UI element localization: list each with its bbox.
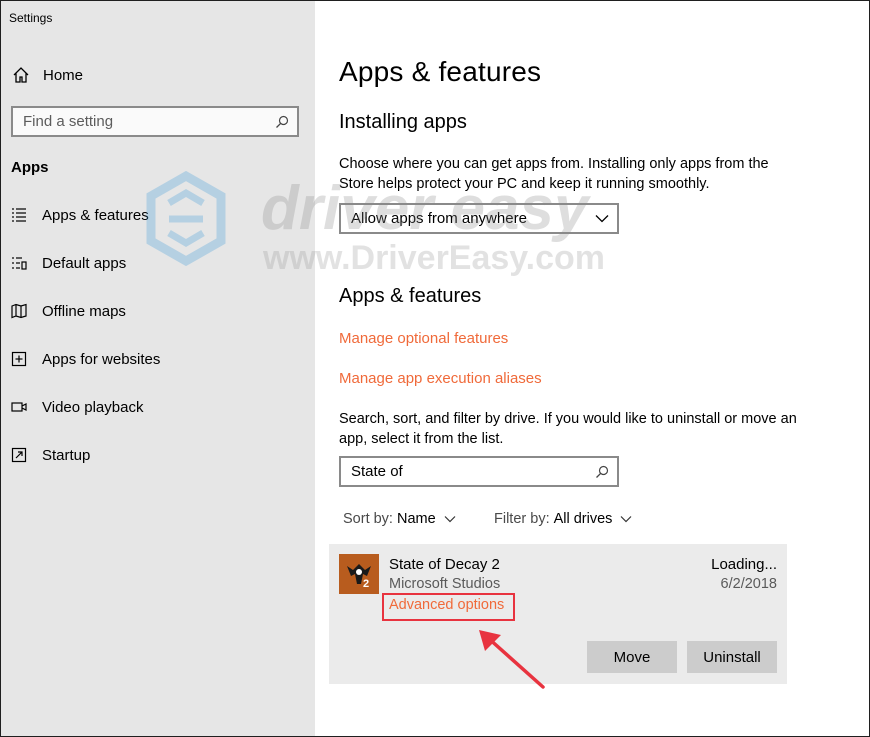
search-icon[interactable] bbox=[595, 465, 609, 479]
home-label: Home bbox=[43, 66, 84, 84]
chevron-down-icon bbox=[620, 516, 632, 523]
svg-text:2: 2 bbox=[363, 578, 369, 590]
search-icon[interactable] bbox=[275, 115, 289, 129]
sidebar-item-label: Default apps bbox=[42, 254, 127, 272]
list-icon bbox=[12, 208, 26, 222]
install-source-dropdown[interactable]: Allow apps from anywhere bbox=[339, 203, 619, 234]
map-icon bbox=[11, 303, 27, 319]
sidebar-item-label: Video playback bbox=[42, 398, 144, 416]
app-install-date: 6/2/2018 bbox=[720, 576, 777, 592]
chevron-down-icon bbox=[595, 215, 609, 223]
apps-features-heading: Apps & features bbox=[339, 285, 482, 307]
app-list-search[interactable] bbox=[339, 456, 619, 487]
sidebar-item-label: Apps for websites bbox=[42, 350, 161, 368]
sidebar-item-label: Startup bbox=[42, 446, 91, 464]
sidebar-item-label: Offline maps bbox=[42, 302, 126, 320]
apps-search-description: Search, sort, and filter by drive. If yo… bbox=[339, 411, 797, 447]
sort-by-dropdown[interactable]: Sort by: Name bbox=[343, 511, 456, 527]
sort-label: Sort by: bbox=[343, 511, 393, 527]
find-setting-search[interactable] bbox=[11, 106, 299, 137]
filter-by-dropdown[interactable]: Filter by: All drives bbox=[494, 511, 632, 527]
app-list-item[interactable]: 2 State of Decay 2 Microsoft Studios Adv… bbox=[329, 544, 787, 684]
uninstall-button[interactable]: Uninstall bbox=[687, 641, 777, 673]
home-nav[interactable]: Home bbox=[11, 65, 83, 85]
startup-icon bbox=[11, 447, 27, 463]
sidebar-item-apps-features[interactable]: Apps & features bbox=[11, 204, 311, 226]
home-icon bbox=[13, 67, 29, 83]
chevron-down-icon bbox=[444, 516, 456, 523]
window-title: Settings bbox=[9, 11, 53, 25]
video-icon bbox=[11, 402, 27, 412]
sidebar-item-video-playback[interactable]: Video playback bbox=[11, 396, 311, 418]
sidebar-item-label: Apps & features bbox=[42, 206, 149, 224]
sidebar-item-startup[interactable]: Startup bbox=[11, 444, 311, 466]
app-size: Loading... bbox=[711, 556, 777, 573]
move-button[interactable]: Move bbox=[587, 641, 677, 673]
sidebar-section-apps: Apps bbox=[11, 159, 49, 176]
filter-value: All drives bbox=[553, 511, 613, 527]
sidebar-item-offline-maps[interactable]: Offline maps bbox=[11, 300, 311, 322]
app-publisher: Microsoft Studios bbox=[389, 576, 501, 592]
dropdown-value: Allow apps from anywhere bbox=[351, 210, 527, 227]
sidebar-item-apps-for-websites[interactable]: Apps for websites bbox=[11, 348, 311, 370]
sidebar-item-default-apps[interactable]: Default apps bbox=[11, 252, 311, 274]
settings-window: Settings Home Apps bbox=[0, 0, 870, 737]
filter-label: Filter by: bbox=[494, 511, 550, 527]
app-name: State of Decay 2 bbox=[389, 556, 500, 573]
sidebar: Settings Home Apps bbox=[1, 1, 315, 736]
page-title: Apps & features bbox=[339, 56, 542, 87]
installing-apps-heading: Installing apps bbox=[339, 111, 467, 133]
app-search-input[interactable] bbox=[351, 463, 595, 480]
manage-optional-features-link[interactable]: Manage optional features bbox=[339, 330, 508, 347]
open-in-icon bbox=[11, 351, 27, 367]
advanced-options-link[interactable]: Advanced options bbox=[389, 597, 504, 613]
state-of-decay-logo-icon: 2 bbox=[339, 554, 379, 594]
manage-app-execution-aliases-link[interactable]: Manage app execution aliases bbox=[339, 370, 542, 387]
installing-apps-description: Choose where you can get apps from. Inst… bbox=[339, 156, 769, 192]
sort-value: Name bbox=[396, 511, 436, 527]
main-content: Apps & features Installing apps Choose w… bbox=[315, 1, 869, 736]
find-setting-input[interactable] bbox=[23, 113, 275, 130]
default-apps-icon bbox=[12, 257, 27, 270]
